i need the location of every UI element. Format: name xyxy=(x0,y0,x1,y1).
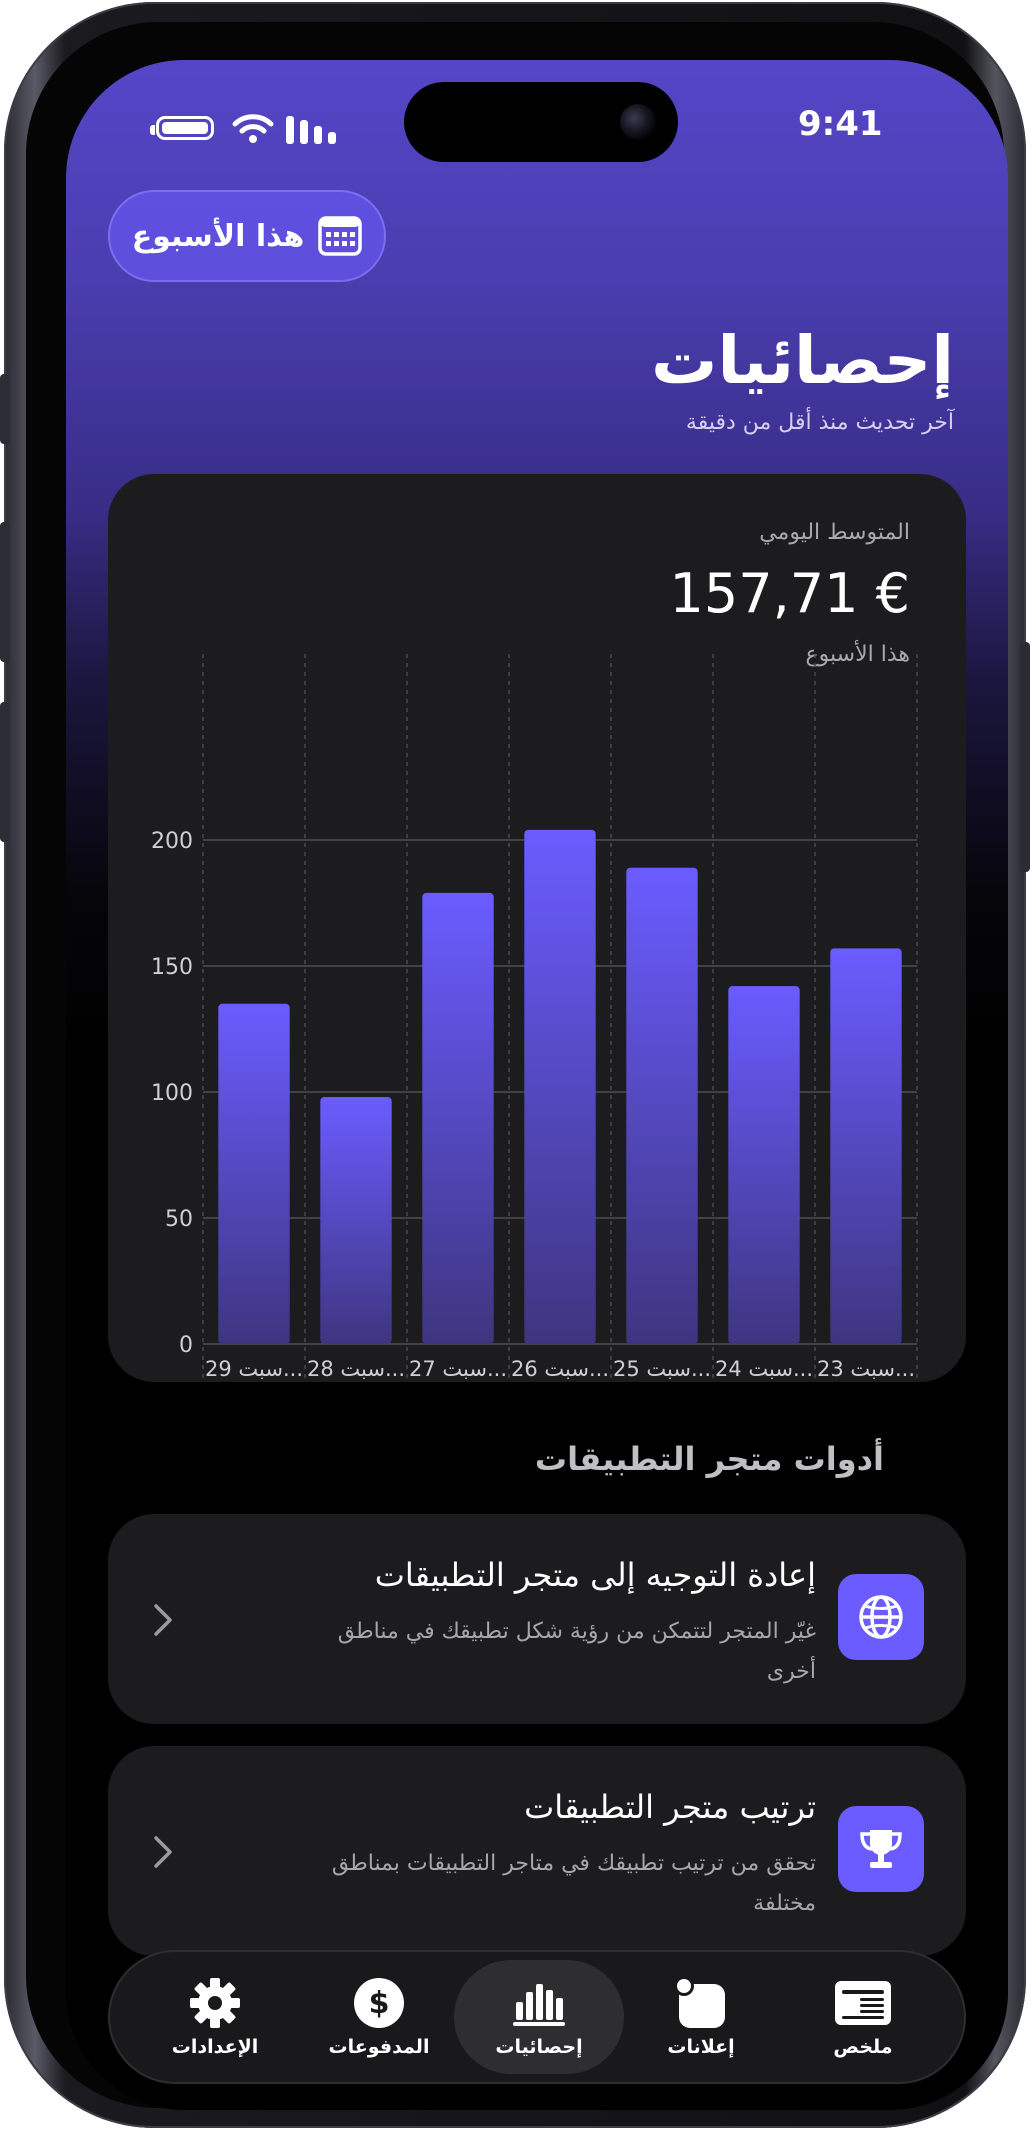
screen: 9:41 هذا الأسبوع إحصائيات آخر تحديث منذ … xyxy=(66,60,1008,2110)
chart-bar xyxy=(218,1003,290,1344)
period-button[interactable]: هذا الأسبوع xyxy=(108,190,386,282)
battery-icon xyxy=(150,116,214,140)
x-tick-label: 29 سبت... xyxy=(205,1357,303,1381)
volume-down-button xyxy=(0,702,10,842)
camera-icon xyxy=(620,104,656,140)
y-tick-label: 0 xyxy=(179,1333,193,1358)
page-title: إحصائيات xyxy=(651,322,954,399)
tab-statistics[interactable]: إحصائيات xyxy=(454,1960,624,2074)
store-redirect-title: إعادة التوجيه إلى متجر التطبيقات xyxy=(374,1556,816,1594)
tab-ads-label: إعلانات xyxy=(667,2036,735,2058)
calendar-icon xyxy=(318,216,363,256)
tab-settings[interactable]: الإعدادات xyxy=(130,1960,300,2074)
store-ranking-card[interactable]: ترتيب متجر التطبيقات تحقق من ترتيب تطبيق… xyxy=(108,1746,966,1956)
tab-statistics-label: إحصائيات xyxy=(495,2036,583,2058)
chevron-left-icon xyxy=(154,1836,172,1868)
bar-chart-icon xyxy=(513,1984,565,2026)
tab-summary[interactable]: ملخص xyxy=(778,1960,948,2074)
wifi-icon xyxy=(232,114,274,143)
svg-text:$: $ xyxy=(369,1986,390,2021)
x-tick-label: 26 سبت... xyxy=(511,1357,609,1381)
x-tick-label: 25 سبت... xyxy=(613,1357,711,1381)
status-time: 9:41 xyxy=(798,104,883,144)
action-button xyxy=(0,374,10,444)
globe-icon xyxy=(838,1574,924,1660)
bezel: 9:41 هذا الأسبوع إحصائيات آخر تحديث منذ … xyxy=(26,22,1008,2110)
store-ranking-description: تحقق من ترتيب تطبيقك في متاجر التطبيقات … xyxy=(331,1851,816,1916)
store-ranking-title: ترتيب متجر التطبيقات xyxy=(524,1788,816,1826)
dynamic-island xyxy=(404,82,678,162)
bar-chart: 05010015020029 سبت... 28 سبت... 27 سبت... 2… xyxy=(151,654,918,1382)
last-updated: آخر تحديث منذ أقل من دقيقة xyxy=(685,410,954,435)
tab-payments-label: المدفوعات xyxy=(328,2036,430,2058)
summary-icon xyxy=(835,1981,891,2025)
chart-bar xyxy=(626,867,698,1344)
phone-frame: 9:41 هذا الأسبوع إحصائيات آخر تحديث منذ … xyxy=(0,2,1030,2128)
store-redirect-card[interactable]: إعادة التوجيه إلى متجر التطبيقات غيّر ال… xyxy=(108,1514,966,1724)
dollar-icon: $ xyxy=(354,1978,404,2028)
section-title: أدوات متجر التطبيقات xyxy=(534,1440,884,1478)
chevron-left-icon xyxy=(154,1604,172,1636)
gear-icon xyxy=(190,1978,240,2028)
cellular-signal-icon xyxy=(286,116,346,144)
chart-bar xyxy=(524,829,596,1344)
chart-bar xyxy=(320,1097,392,1344)
x-tick-label: 27 سبت... xyxy=(409,1357,507,1381)
chart-bar xyxy=(830,948,902,1344)
x-tick-label: 28 سبت... xyxy=(307,1357,405,1381)
trophy-icon xyxy=(838,1806,924,1892)
tab-summary-label: ملخص xyxy=(833,2036,893,2058)
y-tick-label: 150 xyxy=(151,955,193,980)
period-button-label: هذا الأسبوع xyxy=(131,218,305,254)
tab-settings-label: الإعدادات xyxy=(171,2036,259,2058)
y-tick-label: 100 xyxy=(151,1081,193,1106)
chart-bar xyxy=(422,892,494,1344)
y-tick-label: 200 xyxy=(151,829,193,854)
tab-bar: الإعدادات $ المدفوعات إحصائيات إعلانات م… xyxy=(108,1950,966,2084)
x-tick-label: 23 سبت... xyxy=(817,1357,915,1381)
store-redirect-description: غيّر المتجر لتتمكن من رؤية شكل تطبيقك في… xyxy=(337,1619,816,1684)
tab-payments[interactable]: $ المدفوعات xyxy=(294,1960,464,2074)
y-tick-label: 50 xyxy=(165,1207,193,1232)
daily-average-card: المتوسط اليومي 157,71 € هذا الأسبوع 0 50 1… xyxy=(108,474,966,1382)
tab-ads[interactable]: إعلانات xyxy=(616,1960,786,2074)
chart-bar xyxy=(728,986,800,1344)
notification-icon xyxy=(674,1976,725,2028)
status-icons xyxy=(150,112,366,144)
power-button xyxy=(1020,642,1030,872)
volume-up-button xyxy=(0,522,10,662)
x-tick-label: 24 سبت... xyxy=(715,1357,813,1381)
